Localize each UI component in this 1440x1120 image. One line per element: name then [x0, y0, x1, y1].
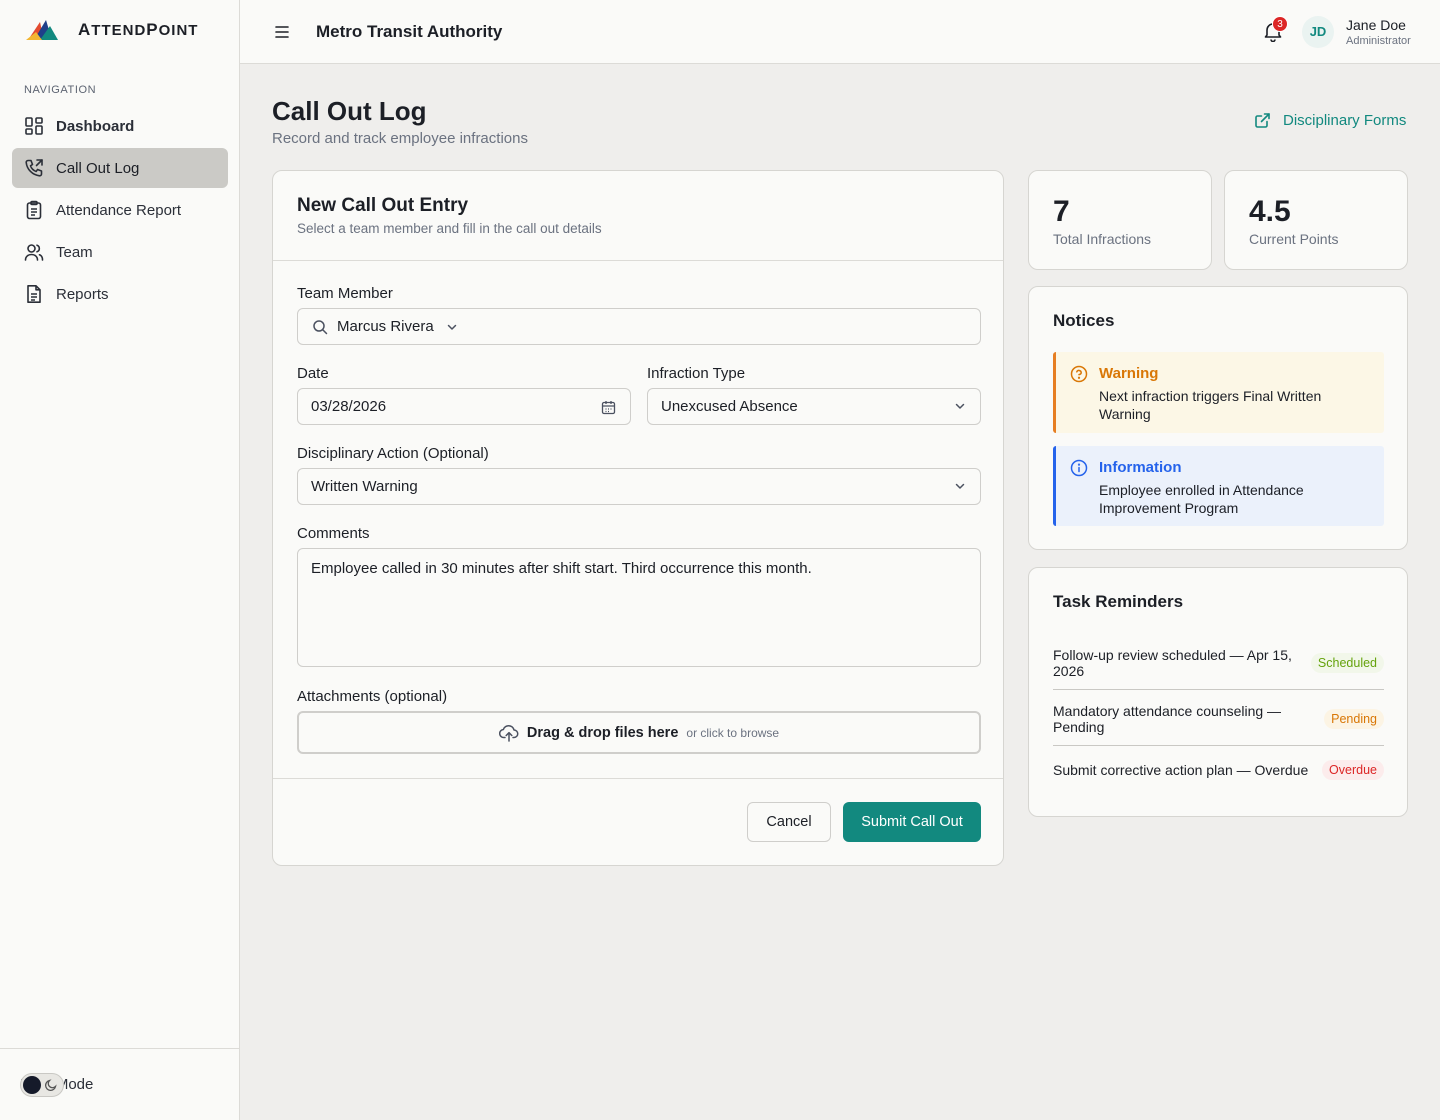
info-circle-icon	[1070, 459, 1088, 477]
task-reminders-card: Task Reminders Follow-up review schedule…	[1028, 567, 1408, 817]
organization-name: Metro Transit Authority	[316, 22, 503, 41]
stat-value: 4.5	[1249, 195, 1291, 228]
notices-title: Notices	[1053, 311, 1115, 330]
team-member-label: Team Member	[297, 285, 393, 302]
phone-icon	[25, 159, 43, 177]
task-reminders-title: Task Reminders	[1053, 592, 1184, 611]
page-title: Call Out Log	[272, 96, 427, 126]
notice-title: Information	[1099, 459, 1182, 476]
disciplinary-forms-label: Disciplinary Forms	[1283, 112, 1407, 129]
notification-badge: 3	[1272, 16, 1288, 32]
upload-cloud-icon	[498, 724, 519, 742]
infraction-type-label: Infraction Type	[647, 365, 746, 382]
hamburger-menu-icon[interactable]	[274, 22, 290, 42]
task-divider	[1053, 689, 1384, 690]
form-title: New Call Out Entry	[297, 195, 469, 216]
clipboard-icon	[26, 200, 42, 220]
infraction-type-value: Unexcused Absence	[661, 398, 798, 415]
date-value: 03/28/2026	[311, 398, 387, 415]
notices-card: Notices Warning Next infraction triggers…	[1028, 286, 1408, 550]
disciplinary-action-select[interactable]: Written Warning	[297, 468, 981, 505]
attachments-label: Attachments (optional)	[297, 688, 448, 705]
chevron-down-icon	[955, 403, 965, 409]
disciplinary-action-label: Disciplinary Action (Optional)	[297, 445, 489, 462]
infraction-type-select[interactable]: Unexcused Absence	[647, 388, 981, 425]
task-item[interactable]: Submit corrective action plan — Overdue …	[1053, 760, 1384, 780]
dropzone-main-text: Drag & drop files here	[526, 724, 679, 741]
status-badge: Pending	[1324, 709, 1384, 729]
form-footer	[273, 778, 1003, 779]
top-header: Metro Transit Authority 3 JD Jane Doe Ad…	[240, 0, 1440, 64]
status-badge: Overdue	[1322, 760, 1384, 780]
avatar[interactable]: JD	[1302, 16, 1334, 48]
date-label: Date	[297, 365, 329, 382]
sidebar-item-reports[interactable]: Reports	[12, 274, 228, 314]
disciplinary-action-value: Written Warning	[311, 478, 418, 495]
task-text: Follow-up review scheduled — Apr 15, 202…	[1053, 647, 1292, 679]
team-member-select[interactable]: Marcus Rivera	[297, 308, 981, 345]
moon-icon	[44, 1078, 57, 1091]
sidebar-item-team[interactable]: Team	[12, 232, 228, 272]
sidebar: ATTENDPOINT NAVIGATION Dashboard Call Ou…	[0, 0, 240, 1120]
attachments-dropzone[interactable]: Drag & drop files here or click to brows…	[297, 711, 981, 754]
sidebar-item-label: Team	[56, 243, 93, 261]
form-header: New Call Out Entry Select a team member …	[273, 171, 1003, 261]
stat-value: 7	[1053, 195, 1070, 228]
sidebar-item-attendance-report[interactable]: Attendance Report	[12, 190, 228, 230]
call-out-form-card: New Call Out Entry Select a team member …	[272, 170, 1004, 866]
dashboard-icon	[25, 117, 43, 135]
task-divider	[1053, 745, 1384, 746]
dropzone-sub-text: or click to browse	[686, 725, 780, 740]
task-text: Submit corrective action plan — Overdue	[1053, 762, 1309, 778]
disciplinary-forms-link[interactable]: Disciplinary Forms	[1254, 112, 1406, 129]
notice-information: Information Employee enrolled in Attenda…	[1053, 446, 1384, 526]
search-icon	[313, 319, 328, 334]
comments-textarea[interactable]: Employee called in 30 minutes after shif…	[297, 548, 981, 667]
sidebar-footer: Dark Mode	[0, 1048, 239, 1120]
toggle-knob	[23, 1075, 41, 1094]
calendar-icon[interactable]	[601, 400, 616, 415]
sidebar-item-label: Reports	[56, 285, 109, 303]
team-member-value: Marcus Rivera	[337, 318, 434, 335]
chevron-down-icon	[447, 324, 456, 330]
stat-label: Current Points	[1249, 231, 1339, 247]
form-subtitle: Select a team member and fill in the cal…	[297, 221, 602, 236]
external-link-icon	[1255, 113, 1270, 128]
page-subtitle: Record and track employee infractions	[272, 130, 528, 147]
sidebar-item-label: Dashboard	[56, 117, 135, 135]
sidebar-item-label: Call Out Log	[56, 159, 140, 177]
users-icon	[24, 244, 44, 261]
notice-text: Employee enrolled in Attendance Improvem…	[1099, 482, 1304, 516]
task-item[interactable]: Follow-up review scheduled — Apr 15, 202…	[1053, 647, 1384, 679]
brand-name: ATTENDPOINT	[78, 20, 199, 39]
task-text: Mandatory attendance counseling — Pendin…	[1053, 703, 1282, 735]
status-badge: Scheduled	[1310, 653, 1384, 673]
stat-label: Total Infractions	[1053, 231, 1152, 247]
chevron-down-icon	[955, 483, 965, 489]
brand-logo[interactable]: ATTENDPOINT	[26, 18, 198, 42]
stat-card-current-points: 4.5 Current Points	[1224, 170, 1408, 270]
document-icon	[27, 285, 41, 303]
stat-card-total-infractions: 7 Total Infractions	[1028, 170, 1212, 270]
task-item[interactable]: Mandatory attendance counseling — Pendin…	[1053, 703, 1384, 735]
sidebar-item-label: Attendance Report	[56, 201, 182, 219]
user-name[interactable]: Jane Doe	[1346, 17, 1406, 33]
submit-call-out-button[interactable]: Submit Call Out	[843, 802, 981, 842]
notice-warning: Warning Next infraction triggers Final W…	[1053, 352, 1384, 433]
notice-title: Warning	[1099, 365, 1159, 382]
dark-mode-toggle[interactable]	[20, 1072, 64, 1097]
user-role: Administrator	[1346, 35, 1411, 47]
nav-menu: Dashboard Call Out Log Attendance Report…	[12, 106, 228, 316]
cancel-button[interactable]: Cancel	[747, 802, 831, 842]
question-circle-icon	[1070, 365, 1088, 383]
notice-text: Next infraction triggers Final Written W…	[1099, 388, 1322, 422]
sidebar-item-call-out-log[interactable]: Call Out Log	[12, 148, 228, 188]
nav-caption: NAVIGATION	[24, 84, 97, 96]
comments-label: Comments	[297, 525, 370, 542]
attendpoint-logo-icon	[26, 20, 58, 40]
sidebar-item-dashboard[interactable]: Dashboard	[12, 106, 228, 146]
date-input[interactable]: 03/28/2026	[297, 388, 631, 425]
